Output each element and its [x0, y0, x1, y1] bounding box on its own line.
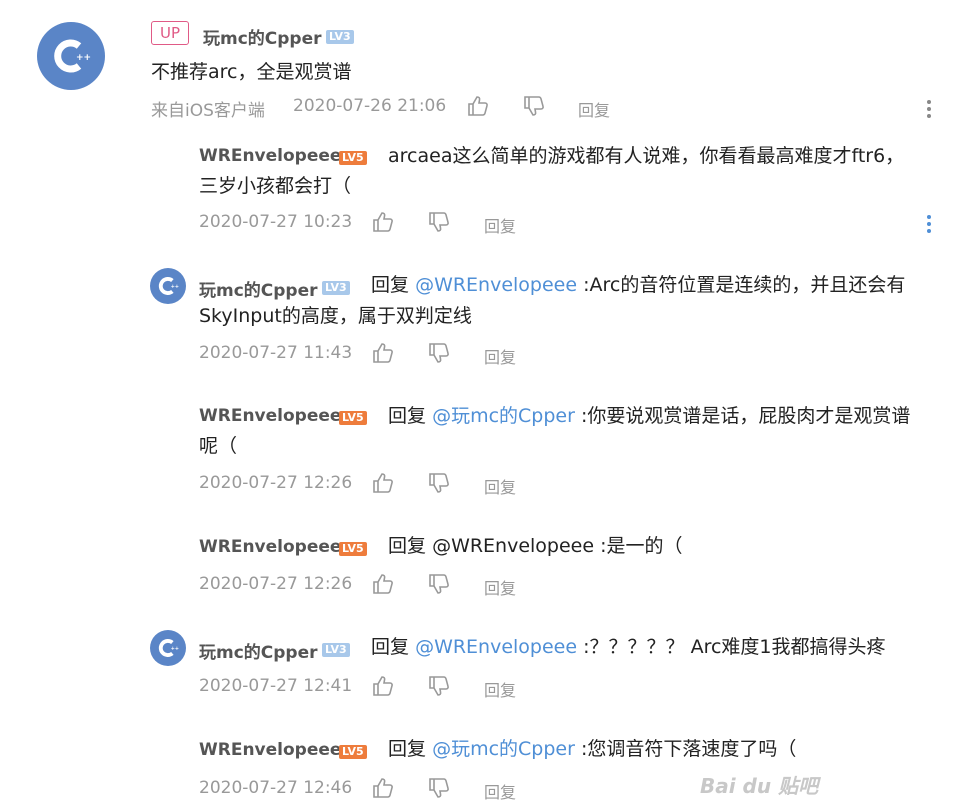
- cpp-avatar-icon: ++: [54, 39, 91, 73]
- avatar[interactable]: ++: [150, 268, 186, 304]
- thumb-down-icon[interactable]: [427, 210, 451, 234]
- cpp-avatar-icon: ++: [158, 639, 179, 657]
- mention-link[interactable]: @玩mc的Cpper: [432, 405, 575, 427]
- reply-text: :您调音符下落速度了吗（: [580, 738, 797, 760]
- more-vertical-icon[interactable]: [926, 97, 932, 121]
- reply-button[interactable]: 回复: [484, 474, 516, 498]
- mention-link[interactable]: @WREnvelopeee: [415, 274, 577, 296]
- mention-text[interactable]: @WREnvelopeee: [432, 535, 594, 557]
- mention-link[interactable]: @WREnvelopeee: [415, 636, 577, 658]
- reply-username[interactable]: WREnvelopeee: [199, 406, 341, 426]
- main-post-content: 不推荐arc，全是观赏谱: [151, 61, 352, 83]
- reply-button[interactable]: 回复: [484, 779, 516, 803]
- reply-time: 2020-07-27 11:43: [199, 343, 353, 363]
- svg-text:++: ++: [171, 646, 179, 652]
- level-badge: LV5: [339, 151, 367, 165]
- level-badge: LV3: [326, 30, 354, 44]
- reply-username[interactable]: 玩mc的Cpper: [199, 638, 318, 663]
- level-badge: LV5: [339, 542, 367, 556]
- reply-prefix: 回复: [371, 274, 410, 296]
- avatar[interactable]: ++: [150, 630, 186, 666]
- thumb-up-icon[interactable]: [466, 94, 490, 118]
- thumb-down-icon[interactable]: [522, 94, 546, 118]
- thumb-down-icon[interactable]: [427, 341, 451, 365]
- reply-text: :？？？？？ Arc难度1我都搞得头疼: [583, 636, 886, 658]
- reply-username[interactable]: 玩mc的Cpper: [199, 276, 318, 301]
- reply-time: 2020-07-27 12:26: [199, 574, 353, 594]
- level-badge: LV3: [322, 281, 350, 295]
- level-badge: LV5: [339, 745, 367, 759]
- thumb-up-icon[interactable]: [371, 341, 395, 365]
- cpp-avatar-icon: ++: [158, 277, 179, 295]
- reply-username[interactable]: WREnvelopeee: [199, 537, 341, 557]
- reply-prefix: 回复: [388, 738, 427, 760]
- thumb-up-icon[interactable]: [371, 471, 395, 495]
- baidu-watermark: Bai du 贴吧: [700, 774, 819, 798]
- thumb-up-icon[interactable]: [371, 776, 395, 800]
- more-vertical-icon[interactable]: [926, 212, 932, 236]
- reply-time: 2020-07-27 12:26: [199, 473, 353, 493]
- reply-prefix: 回复: [388, 535, 427, 557]
- reply-line: 回复 @WREnvelopeee :？？？？？ Arc难度1我都搞得头疼: [371, 632, 886, 662]
- thumb-up-icon[interactable]: [371, 674, 395, 698]
- main-post-time: 2020-07-26 21:06: [293, 96, 447, 116]
- up-badge: UP: [151, 21, 190, 45]
- thumb-down-icon[interactable]: [427, 471, 451, 495]
- thumb-down-icon[interactable]: [427, 572, 451, 596]
- reply-text: arcaea这么简单的游戏都有人说难，你看看最高难度才ftr6，: [388, 145, 905, 167]
- level-badge: LV3: [322, 643, 350, 657]
- reply-text-line2: 呢（: [199, 435, 238, 457]
- reply-prefix: 回复: [371, 636, 410, 658]
- reply-prefix: 回复: [388, 405, 427, 427]
- main-reply-button[interactable]: 回复: [578, 97, 610, 121]
- main-post-source: 来自iOS客户端: [151, 101, 265, 121]
- reply-line: 回复 @WREnvelopeee :是一的（: [388, 531, 683, 561]
- reply-text: :Arc的音符位置是连续的，并且还会有: [583, 274, 906, 296]
- reply-line: 回复 @WREnvelopeee :Arc的音符位置是连续的，并且还会有: [371, 270, 905, 300]
- reply-button[interactable]: 回复: [484, 213, 516, 237]
- reply-text-line2: 三岁小孩都会打（: [199, 175, 352, 197]
- thumb-down-icon[interactable]: [427, 674, 451, 698]
- reply-line: 回复 @玩mc的Cpper :您调音符下落速度了吗（: [388, 734, 796, 764]
- reply-line: 回复 @玩mc的Cpper :你要说观赏谱是话，屁股肉才是观赏谱: [388, 401, 910, 431]
- reply-button[interactable]: 回复: [484, 677, 516, 701]
- thumb-up-icon[interactable]: [371, 210, 395, 234]
- avatar[interactable]: ++: [37, 22, 105, 90]
- reply-text-line2: SkyInput的高度，属于双判定线: [199, 305, 472, 327]
- reply-text: :你要说观赏谱是话，屁股肉才是观赏谱: [580, 405, 911, 427]
- mention-link[interactable]: @玩mc的Cpper: [432, 738, 575, 760]
- reply-username[interactable]: WREnvelopeee: [199, 146, 341, 166]
- svg-text:++: ++: [171, 284, 179, 290]
- reply-username[interactable]: WREnvelopeee: [199, 740, 341, 760]
- reply-time: 2020-07-27 10:23: [199, 212, 353, 232]
- svg-text:++: ++: [76, 53, 91, 63]
- main-post-username[interactable]: 玩mc的Cpper: [203, 24, 322, 49]
- thumb-down-icon[interactable]: [427, 776, 451, 800]
- reply-button[interactable]: 回复: [484, 575, 516, 599]
- reply-time: 2020-07-27 12:46: [199, 778, 353, 798]
- reply-button[interactable]: 回复: [484, 344, 516, 368]
- level-badge: LV5: [339, 411, 367, 425]
- reply-time: 2020-07-27 12:41: [199, 676, 353, 696]
- reply-text: :是一的（: [600, 535, 683, 557]
- thumb-up-icon[interactable]: [371, 572, 395, 596]
